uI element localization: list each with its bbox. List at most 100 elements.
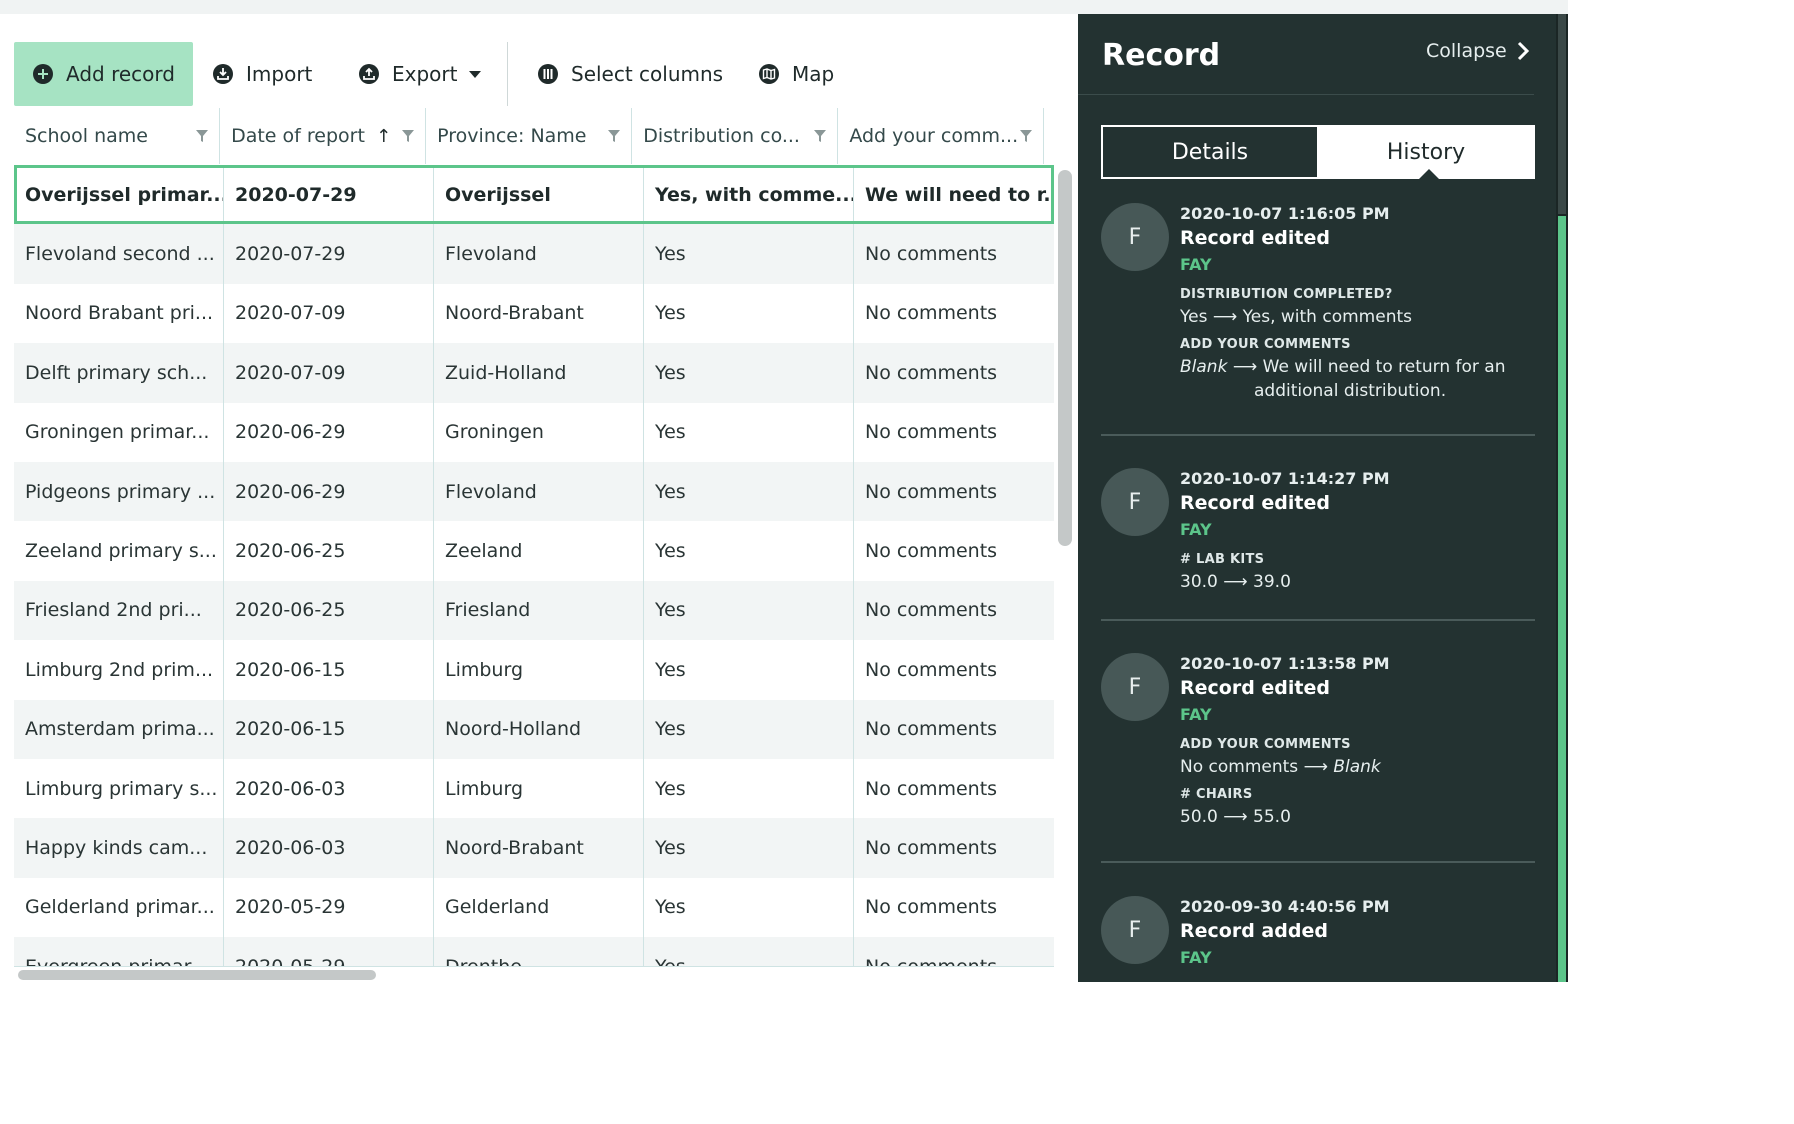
cell-comments[interactable]: No comments <box>854 403 1054 462</box>
cell-province[interactable]: Limburg <box>434 758 644 819</box>
cell-comments[interactable]: No comments <box>854 581 1054 640</box>
map-button[interactable]: Map <box>758 42 834 106</box>
table-row[interactable]: Happy kinds cam... 2020-06-03 Noord-Braban… <box>14 818 1054 878</box>
filter-icon[interactable] <box>401 129 415 143</box>
import-button[interactable]: Import <box>212 42 312 106</box>
cell-comments[interactable]: No comments <box>854 937 1054 966</box>
cell-school-name[interactable]: Noord Brabant pri... <box>14 283 224 344</box>
cell-date-of-report[interactable]: 2020-05-29 <box>224 877 434 938</box>
cell-province[interactable]: Zuid-Holland <box>434 343 644 403</box>
table-row[interactable]: Gelderland primar... 2020-05-29 Gelderland… <box>14 877 1054 938</box>
cell-distribution-completed[interactable]: Yes <box>644 877 854 938</box>
collapse-button[interactable]: Collapse <box>1426 40 1531 62</box>
cell-date-of-report[interactable]: 2020-05-29 <box>224 937 434 966</box>
column-header-province-name[interactable]: Province: Name <box>426 108 633 164</box>
cell-school-name[interactable]: Gelderland primar... <box>14 877 224 938</box>
cell-province[interactable]: Noord-Brabant <box>434 818 644 878</box>
table-horizontal-scrollbar[interactable] <box>18 970 376 980</box>
cell-date-of-report[interactable]: 2020-06-29 <box>224 461 434 522</box>
cell-province[interactable]: Drenthe <box>434 937 644 966</box>
cell-distribution-completed[interactable]: Yes <box>644 758 854 819</box>
column-header-next[interactable]: S <box>1044 108 1054 164</box>
table-row[interactable]: Evergreen primar...2020-05-29DrentheYesN… <box>14 937 1054 966</box>
cell-school-name[interactable]: Overijssel primar... <box>14 165 224 225</box>
table-row[interactable]: Limburg primary s... 2020-06-03 Limburg Yes… <box>14 758 1054 819</box>
cell-comments[interactable]: No comments <box>854 284 1054 343</box>
cell-comments[interactable]: We will need to r... <box>854 165 1054 224</box>
cell-distribution-completed[interactable]: Yes <box>644 521 854 581</box>
table-row-selected[interactable]: Overijssel primar... 2020-07-29 Overijssel… <box>14 165 1054 225</box>
table-row[interactable]: Noord Brabant pri... 2020-07-09 Noord-Brab… <box>14 283 1054 344</box>
table-row[interactable]: Amsterdam prima... 2020-06-15 Noord-Hollan… <box>14 699 1054 759</box>
cell-date-of-report[interactable]: 2020-06-15 <box>224 640 434 700</box>
cell-province[interactable]: Noord-Holland <box>434 699 644 759</box>
cell-province[interactable]: Zeeland <box>434 521 644 581</box>
cell-distribution-completed[interactable]: Yes <box>644 343 854 403</box>
cell-comments[interactable]: No comments <box>854 640 1054 699</box>
add-record-button[interactable]: Add record <box>14 42 193 106</box>
cell-distribution-completed[interactable]: Yes, with comme... <box>644 165 854 225</box>
table-vertical-scrollbar[interactable] <box>1058 170 1072 546</box>
cell-province[interactable]: Groningen <box>434 402 644 462</box>
cell-date-of-report[interactable]: 2020-07-09 <box>224 283 434 344</box>
cell-date-of-report[interactable]: 2020-06-15 <box>224 699 434 759</box>
column-header-date-of-report[interactable]: Date of report ↑ <box>220 108 427 164</box>
table-row[interactable]: Groningen primar... 2020-06-29 Groningen Ye… <box>14 402 1054 462</box>
table-row[interactable]: Delft primary sch... 2020-07-09 Zuid-Holla… <box>14 343 1054 403</box>
cell-distribution-completed[interactable]: Yes <box>644 402 854 462</box>
table-row[interactable]: Zeeland primary s... 2020-06-25 Zeeland Yes… <box>14 521 1054 581</box>
cell-distribution-completed[interactable]: Yes <box>644 580 854 641</box>
cell-school-name[interactable]: Zeeland primary s... <box>14 521 224 581</box>
tab-history[interactable]: History <box>1319 127 1533 179</box>
cell-comments[interactable]: No comments <box>854 818 1054 877</box>
cell-comments[interactable]: No comments <box>854 521 1054 580</box>
column-header-add-your-comments[interactable]: Add your comm... <box>838 108 1045 164</box>
panel-scrollbar[interactable] <box>1556 14 1568 982</box>
cell-school-name[interactable]: Limburg primary s... <box>14 758 224 819</box>
cell-comments[interactable]: No comments <box>854 462 1054 521</box>
select-columns-button[interactable]: Select columns <box>537 42 723 106</box>
cell-school-name[interactable]: Delft primary sch... <box>14 343 224 403</box>
cell-province[interactable]: Flevoland <box>434 224 644 284</box>
table-row[interactable]: Friesland 2nd pri... 2020-06-25 Friesland Y… <box>14 580 1054 641</box>
cell-date-of-report[interactable]: 2020-06-25 <box>224 580 434 641</box>
cell-school-name[interactable]: Amsterdam prima... <box>14 699 224 759</box>
cell-comments[interactable]: No comments <box>854 343 1054 402</box>
cell-date-of-report[interactable]: 2020-07-09 <box>224 343 434 403</box>
cell-province[interactable]: Gelderland <box>434 877 644 938</box>
cell-distribution-completed[interactable]: Yes <box>644 937 854 966</box>
cell-province[interactable]: Friesland <box>434 580 644 641</box>
cell-school-name[interactable]: Friesland 2nd pri... <box>14 580 224 641</box>
cell-date-of-report[interactable]: 2020-06-29 <box>224 402 434 462</box>
cell-date-of-report[interactable]: 2020-06-03 <box>224 758 434 819</box>
cell-province[interactable]: Noord-Brabant <box>434 283 644 344</box>
export-button[interactable]: Export <box>358 42 482 106</box>
cell-school-name[interactable]: Limburg 2nd prim... <box>14 640 224 700</box>
cell-province[interactable]: Limburg <box>434 640 644 700</box>
cell-date-of-report[interactable]: 2020-07-29 <box>224 165 434 225</box>
cell-province[interactable]: Overijssel <box>434 165 644 225</box>
filter-icon[interactable] <box>813 129 827 143</box>
cell-comments[interactable]: No comments <box>854 759 1054 818</box>
cell-school-name[interactable]: Groningen primar... <box>14 402 224 462</box>
cell-comments[interactable]: No comments <box>854 224 1054 283</box>
cell-school-name[interactable]: Evergreen primar... <box>14 937 224 966</box>
cell-school-name[interactable]: Pidgeons primary ... <box>14 461 224 522</box>
cell-distribution-completed[interactable]: Yes <box>644 640 854 700</box>
cell-school-name[interactable]: Flevoland second ... <box>14 224 224 284</box>
cell-comments[interactable]: No comments <box>854 878 1054 937</box>
panel-scrollbar-thumb[interactable] <box>1558 216 1566 982</box>
cell-school-name[interactable]: Happy kinds cam... <box>14 818 224 878</box>
filter-icon[interactable] <box>195 129 209 143</box>
cell-date-of-report[interactable]: 2020-06-03 <box>224 818 434 878</box>
cell-distribution-completed[interactable]: Yes <box>644 224 854 284</box>
table-row[interactable]: Flevoland second ... 2020-07-29 Flevoland Y… <box>14 224 1054 284</box>
filter-icon[interactable] <box>607 129 621 143</box>
sort-ascending-icon[interactable]: ↑ <box>376 126 391 147</box>
cell-distribution-completed[interactable]: Yes <box>644 283 854 344</box>
tab-details[interactable]: Details <box>1103 127 1319 177</box>
cell-date-of-report[interactable]: 2020-07-29 <box>224 224 434 284</box>
table-row[interactable]: Pidgeons primary ... 2020-06-29 Flevoland Y… <box>14 461 1054 522</box>
column-header-distribution-completed[interactable]: Distribution co... <box>632 108 839 164</box>
cell-distribution-completed[interactable]: Yes <box>644 461 854 522</box>
